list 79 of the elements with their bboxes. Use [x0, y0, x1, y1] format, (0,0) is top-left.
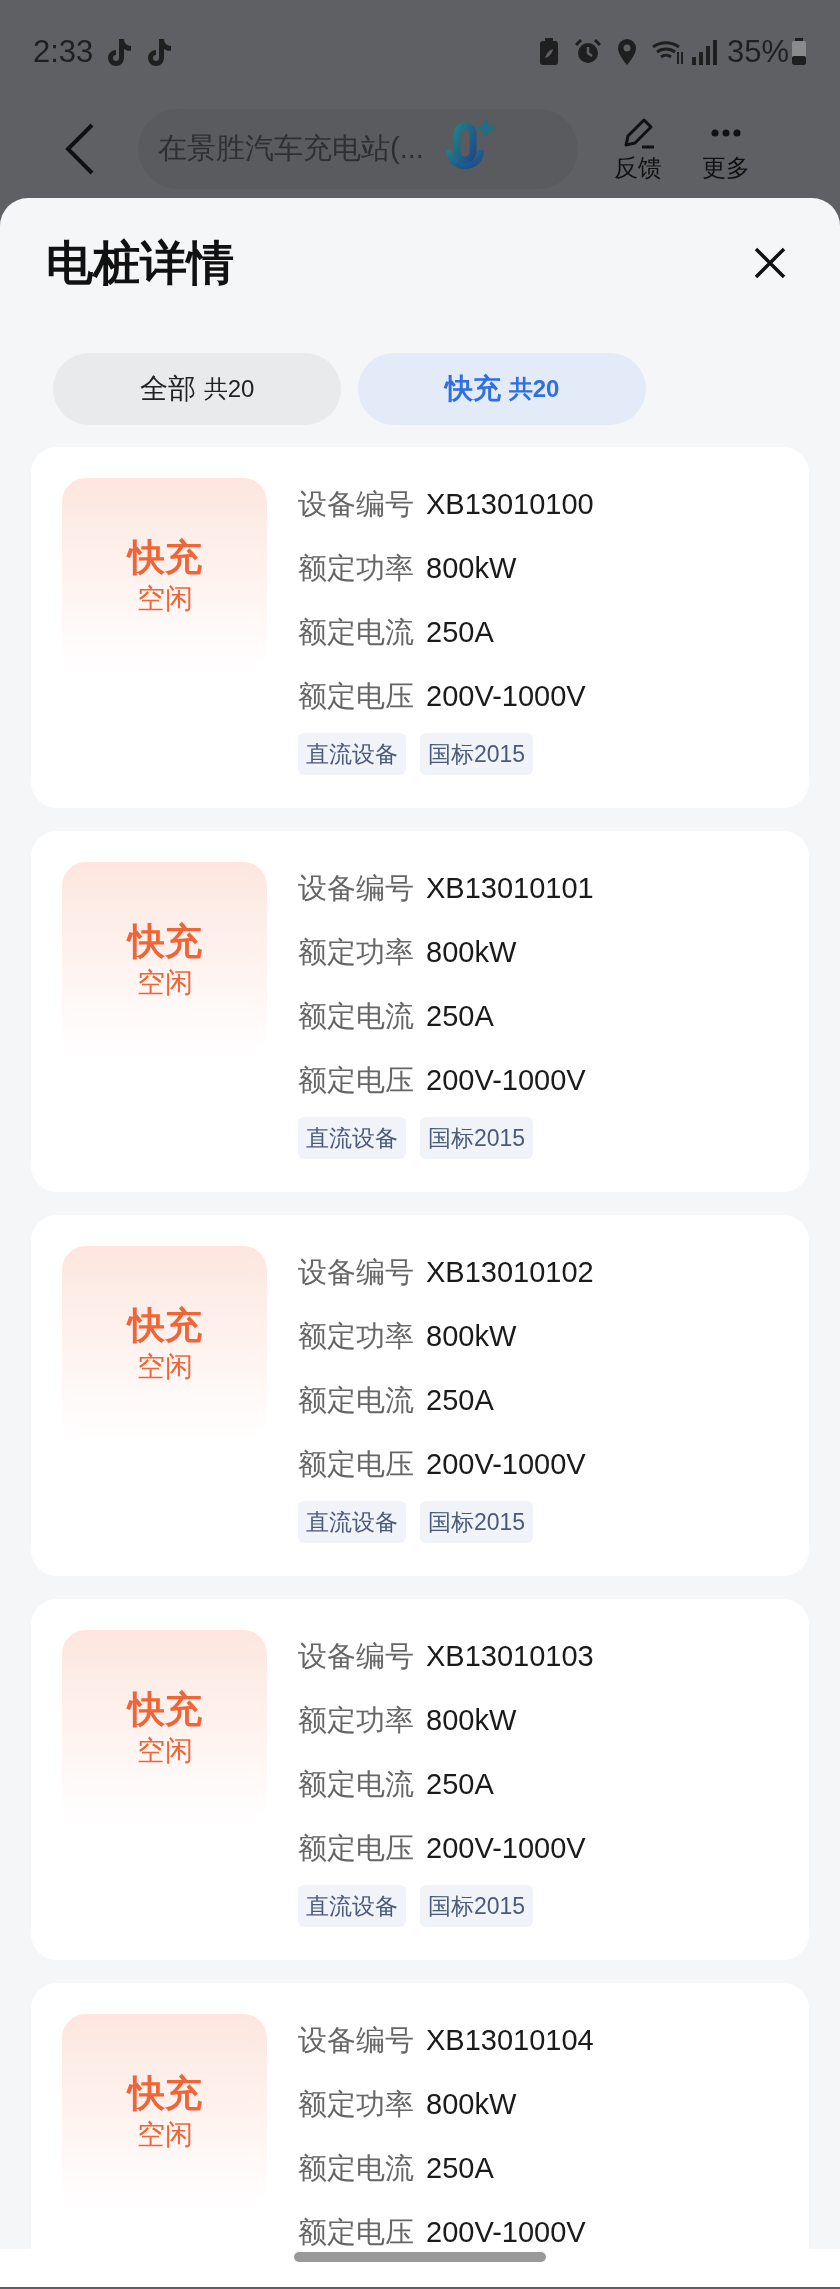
- filter-tab[interactable]: 全部 共20: [53, 353, 341, 425]
- charger-status: 空闲: [136, 1349, 193, 1384]
- charger-card[interactable]: 快充 空闲 设备编号 XB13010101 额定功率 800kW 额定电流 250A 额定电压 200V-1000V 直流设备 国标2015: [31, 831, 809, 1192]
- close-icon: [754, 247, 786, 279]
- field-label: 设备编号: [298, 487, 414, 523]
- battery-saver-icon: [538, 38, 559, 66]
- field-value: 250A: [426, 615, 494, 651]
- charger-type: 快充: [127, 535, 202, 580]
- battery-percentage: 35%: [726, 32, 789, 71]
- field-value: 200V-1000V: [426, 1447, 586, 1483]
- charger-card[interactable]: 快充 空闲 设备编号 XB13010102 额定功率 800kW 额定电流 250A 额定电压 200V-1000V 直流设备 国标2015: [31, 1215, 809, 1576]
- charger-status: 空闲: [136, 1733, 193, 1768]
- spec-tag: 国标2015: [420, 1885, 534, 1927]
- field-value: XB13010102: [426, 1255, 594, 1291]
- field-label: 设备编号: [298, 1639, 414, 1675]
- field-label: 额定功率: [298, 551, 414, 587]
- charger-type: 快充: [127, 1303, 202, 1348]
- field-value: 800kW: [426, 1319, 517, 1355]
- spec-tag: 直流设备: [298, 1501, 406, 1543]
- field-value: 200V-1000V: [426, 1063, 586, 1099]
- charger-status: 空闲: [136, 2117, 193, 2152]
- charger-type: 快充: [127, 2071, 202, 2116]
- field-label: 额定电压: [298, 1831, 414, 1867]
- status-time: 2:33: [33, 32, 94, 71]
- field-label: 设备编号: [298, 871, 414, 907]
- field-value: 800kW: [426, 2087, 517, 2123]
- music-note-icon: [145, 37, 174, 67]
- field-label: 额定电流: [298, 1767, 414, 1803]
- chevron-left-icon: [65, 123, 95, 175]
- field-value: XB13010103: [426, 1639, 594, 1675]
- signal-icon: [690, 39, 717, 65]
- sheet-title: 电桩详情: [46, 234, 234, 291]
- field-label: 设备编号: [298, 2023, 414, 2059]
- field-label: 额定电压: [298, 2215, 414, 2249]
- charger-card[interactable]: 快充 空闲 设备编号 XB13010103 额定功率 800kW 额定电流 250A 额定电压 200V-1000V 直流设备 国标2015: [31, 1599, 809, 1960]
- field-value: 250A: [426, 2151, 494, 2187]
- charger-card[interactable]: 快充 空闲 设备编号 XB13010100 额定功率 800kW 额定电流 250A 额定电压 200V-1000V 直流设备 国标2015: [31, 447, 809, 808]
- field-label: 额定电流: [298, 999, 414, 1035]
- spec-tag: 直流设备: [298, 733, 406, 775]
- battery-icon: [791, 38, 807, 66]
- spec-tag: 直流设备: [298, 1117, 406, 1159]
- field-label: 额定电压: [298, 1447, 414, 1483]
- field-value: 250A: [426, 1767, 494, 1803]
- field-value: 800kW: [426, 935, 517, 971]
- alarm-icon: [574, 39, 601, 65]
- field-value: 800kW: [426, 1703, 517, 1739]
- music-note-icon: [105, 37, 134, 67]
- wifi-icon: [650, 38, 685, 66]
- location-icon: [616, 38, 637, 66]
- charger-status: 空闲: [136, 581, 193, 616]
- field-value: 200V-1000V: [426, 679, 586, 715]
- spec-tag: 直流设备: [298, 1885, 406, 1927]
- spec-tag: 国标2015: [420, 733, 534, 775]
- field-value: 250A: [426, 999, 494, 1035]
- charger-type: 快充: [127, 1687, 202, 1732]
- field-label: 额定功率: [298, 1703, 414, 1739]
- charger-status: 空闲: [136, 965, 193, 1000]
- field-value: 200V-1000V: [426, 2215, 586, 2249]
- field-label: 设备编号: [298, 1255, 414, 1291]
- charger-type: 快充: [127, 919, 202, 964]
- field-value: XB13010101: [426, 871, 594, 907]
- charger-card[interactable]: 快充 空闲 设备编号 XB13010104 额定功率 800kW 额定电流 250A 额定电压 200V-1000V: [31, 1983, 809, 2249]
- field-label: 额定功率: [298, 935, 414, 971]
- field-value: 250A: [426, 1383, 494, 1419]
- field-value: 800kW: [426, 551, 517, 587]
- spec-tag: 国标2015: [420, 1117, 534, 1159]
- field-value: 200V-1000V: [426, 1831, 586, 1867]
- field-label: 额定电流: [298, 2151, 414, 2187]
- field-label: 额定电压: [298, 1063, 414, 1099]
- field-label: 额定功率: [298, 1319, 414, 1355]
- filter-tab[interactable]: 快充 共20: [358, 353, 646, 425]
- more-icon: [711, 129, 741, 137]
- field-value: XB13010104: [426, 2023, 594, 2059]
- field-label: 额定电流: [298, 1383, 414, 1419]
- field-value: XB13010100: [426, 487, 594, 523]
- spec-tag: 国标2015: [420, 1501, 534, 1543]
- field-label: 额定电流: [298, 615, 414, 651]
- field-label: 额定电压: [298, 679, 414, 715]
- field-label: 额定功率: [298, 2087, 414, 2123]
